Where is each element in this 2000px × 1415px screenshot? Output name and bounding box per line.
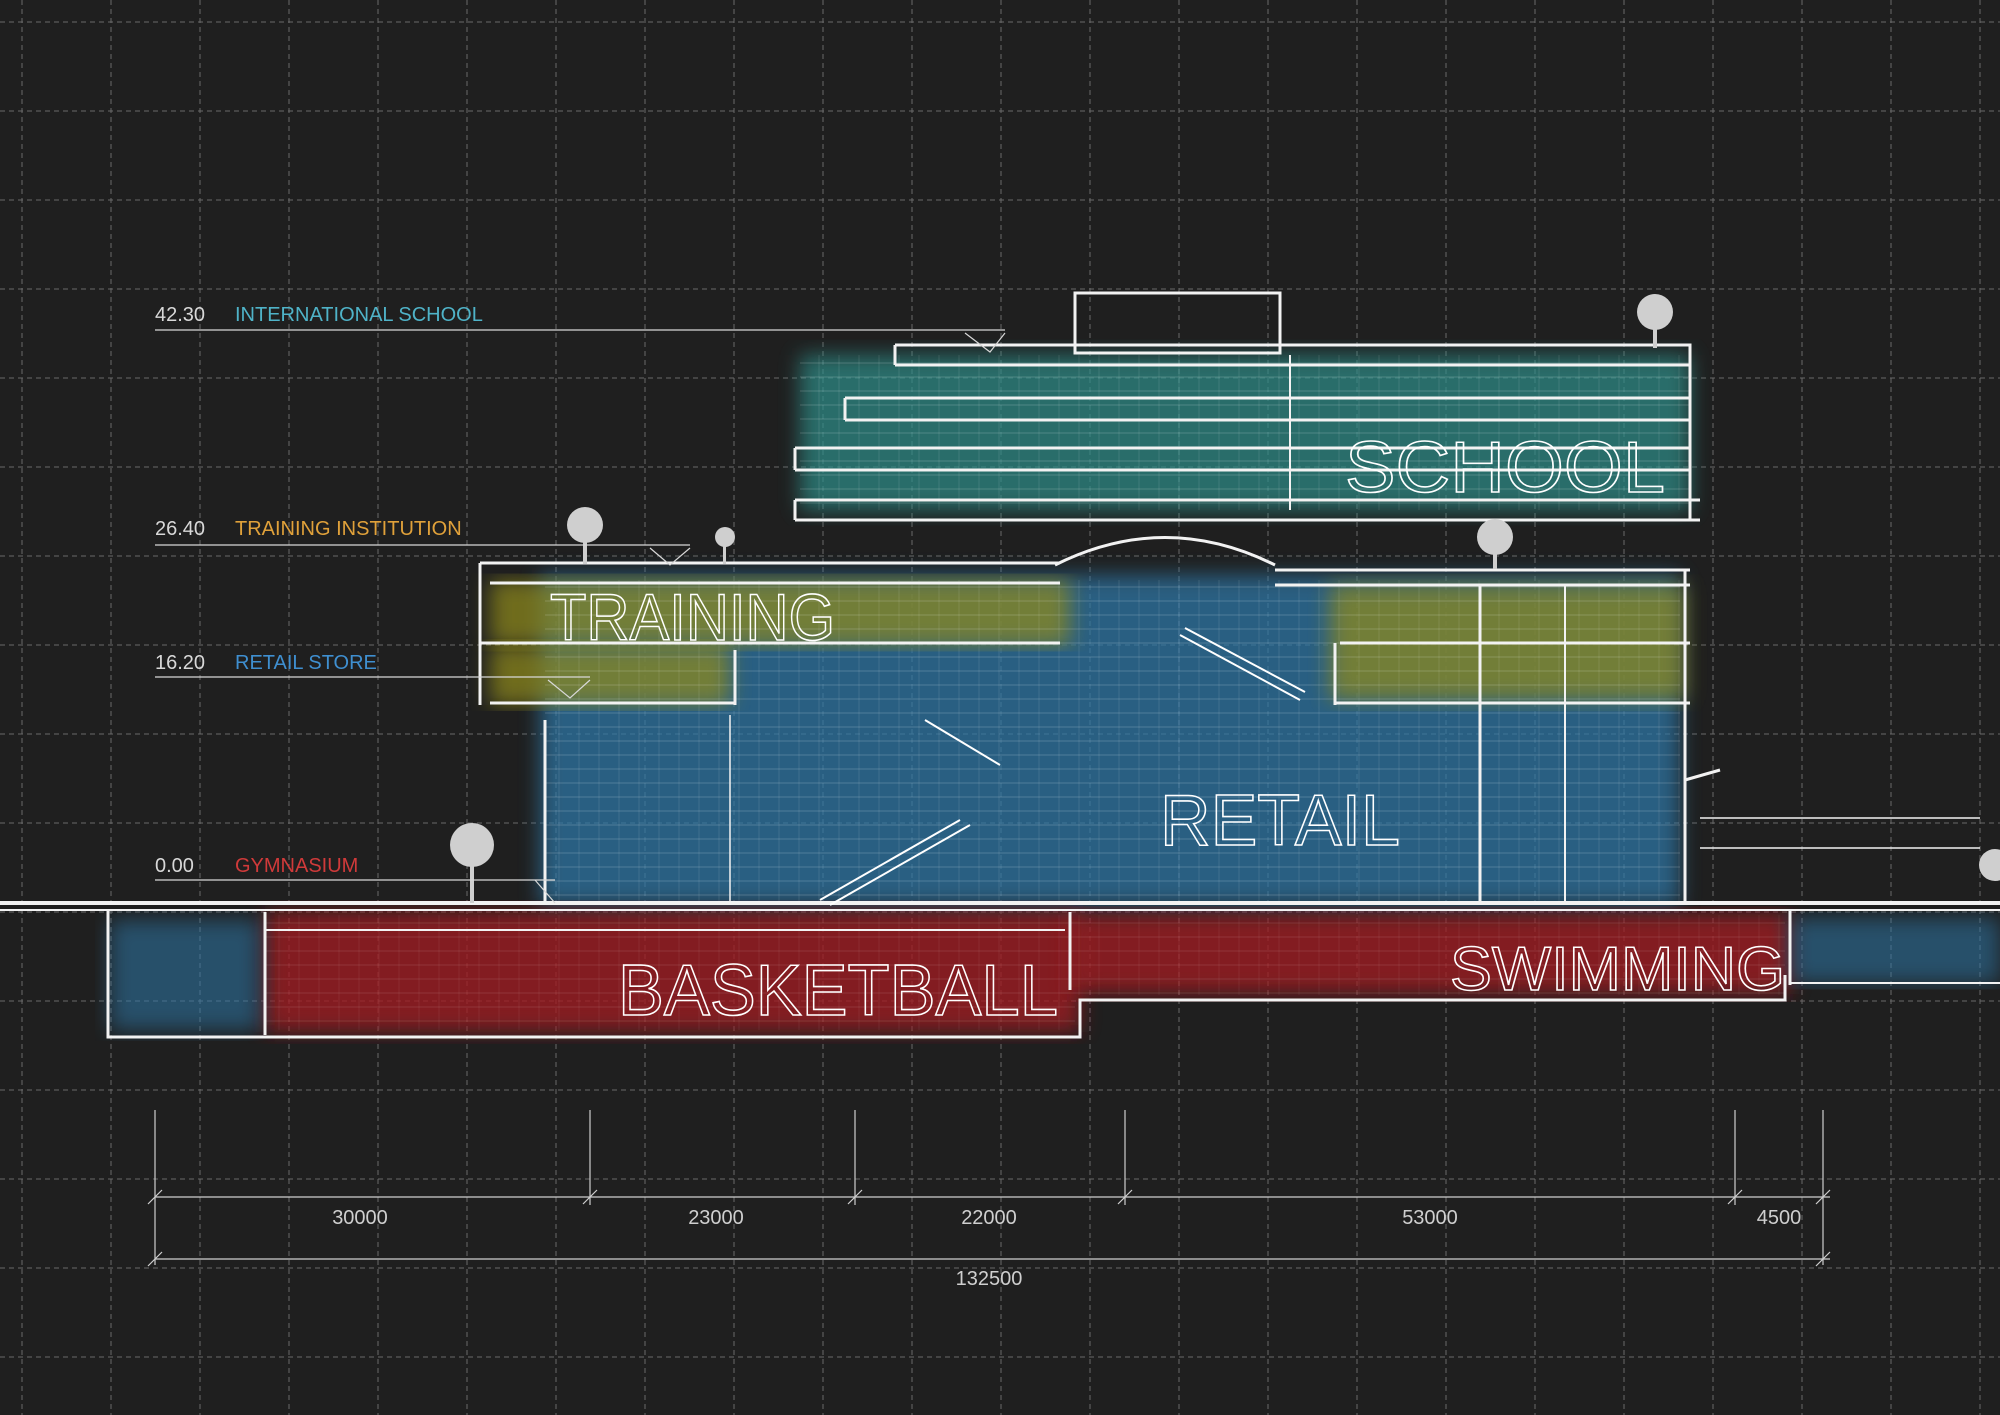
level-name-training-institution: TRAINING INSTITUTION [235, 518, 462, 540]
dimension-segment-3: 22000 [961, 1207, 1017, 1229]
level-name-gymnasium: GYMNASIUM [235, 855, 358, 877]
section-drawing: 42.30 INTERNATIONAL SCHOOL 26.40 TRAININ… [0, 0, 2000, 1415]
zone-label-swimming: SWIMMING [1450, 935, 1785, 1004]
dimension-segment-1: 30000 [332, 1207, 388, 1229]
section-svg: 42.30 INTERNATIONAL SCHOOL 26.40 TRAININ… [0, 0, 2000, 1415]
zone-label-basketball: BASKETBALL [618, 951, 1058, 1031]
level-labels: 42.30 INTERNATIONAL SCHOOL 26.40 TRAININ… [155, 304, 483, 877]
dimension-segment-5: 4500 [1757, 1207, 1802, 1229]
level-name-international-school: INTERNATIONAL SCHOOL [235, 304, 483, 326]
level-elevation-0: 0.00 [155, 855, 194, 877]
dimension-segment-4: 53000 [1402, 1207, 1458, 1229]
basement-fill-left [110, 920, 260, 1030]
zone-label-school: SCHOOL [1345, 428, 1665, 508]
dimension-lines [147, 1110, 1831, 1267]
zone-label-retail: RETAIL [1160, 781, 1400, 861]
level-elevation-26: 26.40 [155, 518, 205, 540]
level-elevation-16: 16.20 [155, 652, 205, 674]
level-name-retail-store: RETAIL STORE [235, 652, 377, 674]
basement-fill-right [1790, 918, 2000, 983]
level-elevation-42: 42.30 [155, 304, 205, 326]
dimension-segment-2: 23000 [688, 1207, 744, 1229]
dimension-values: 30000 23000 22000 53000 4500 132500 [332, 1207, 1801, 1290]
dimension-total: 132500 [956, 1268, 1023, 1290]
tree-icon [1979, 849, 2000, 881]
zone-label-training: TRAINING [550, 580, 835, 654]
